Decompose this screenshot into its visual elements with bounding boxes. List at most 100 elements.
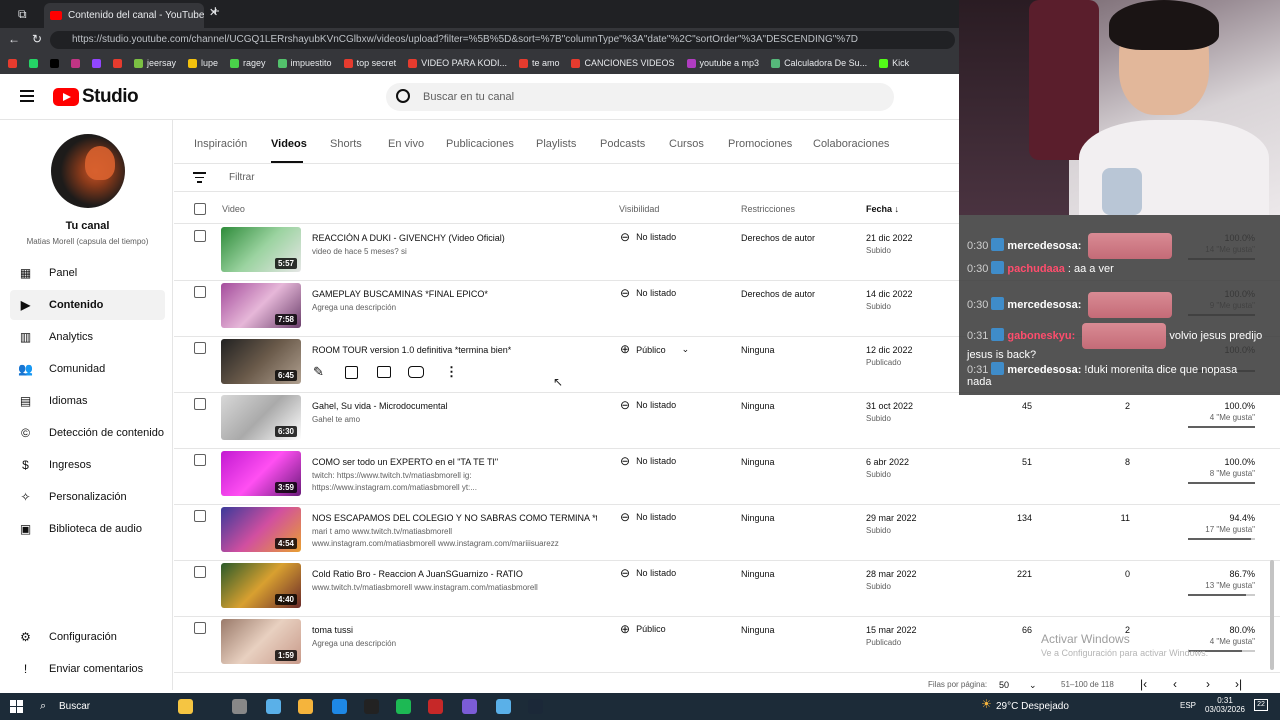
tab-publicaciones[interactable]: Publicaciones <box>446 138 514 150</box>
sidebar-item-idiomas[interactable]: ▤ Idiomas <box>10 386 165 416</box>
row-checkbox[interactable] <box>194 230 206 242</box>
file-explorer-icon[interactable] <box>298 699 313 714</box>
edge-dev-icon[interactable] <box>496 699 511 714</box>
menu-icon[interactable] <box>20 90 34 102</box>
weather[interactable]: 29°C Despejado <box>996 701 1069 712</box>
windows-start-icon[interactable] <box>10 700 23 713</box>
bookmark-item[interactable]: jeersay <box>134 58 176 68</box>
bookmark-item[interactable]: lupe <box>188 58 218 68</box>
row-checkbox[interactable] <box>194 454 206 466</box>
back-icon[interactable]: ← <box>8 32 20 46</box>
bookmark-icon[interactable] <box>71 58 80 68</box>
sidebar-item-biblioteca-de-audio[interactable]: ▣ Biblioteca de audio <box>10 514 165 544</box>
bookmark-icon[interactable] <box>50 58 59 68</box>
notifications-icon[interactable]: 22 <box>1254 699 1268 711</box>
filter-icon[interactable] <box>193 172 206 183</box>
col-date[interactable]: Fecha ↓ <box>866 204 899 214</box>
video-title[interactable]: GAMEPLAY BUSCAMINAS *FINAL EPICO* <box>312 289 488 299</box>
video-thumbnail[interactable]: 5:57 <box>221 227 301 272</box>
video-thumbnail[interactable]: 1:59 <box>221 619 301 664</box>
visibility-cell[interactable]: ⊕ Público ⌄ <box>620 343 690 355</box>
spotify-icon[interactable] <box>396 699 411 714</box>
bookmark-icon[interactable] <box>8 58 17 68</box>
tab-actions-icon[interactable]: ⧉ <box>18 7 27 22</box>
tab-en-vivo[interactable]: En vivo <box>388 138 424 150</box>
col-restrictions[interactable]: Restricciones <box>741 204 795 214</box>
row-checkbox[interactable] <box>194 342 206 354</box>
video-title[interactable]: Cold Ratio Bro - Reaccion A JuanSGuarniz… <box>312 569 523 579</box>
sidebar-item-panel[interactable]: ▦ Panel <box>10 258 165 288</box>
bookmark-icon[interactable] <box>113 58 122 68</box>
tab-cursos[interactable]: Cursos <box>669 138 704 150</box>
widget-icon[interactable] <box>178 699 193 714</box>
row-checkbox[interactable] <box>194 622 206 634</box>
row-checkbox[interactable] <box>194 398 206 410</box>
tab-inspiraci-n[interactable]: Inspiración <box>194 138 247 150</box>
tab-shorts[interactable]: Shorts <box>330 138 362 150</box>
analytics-row-icon[interactable] <box>345 366 358 379</box>
col-visibility[interactable]: Visibilidad <box>619 204 659 214</box>
row-checkbox[interactable] <box>194 286 206 298</box>
sidebar-item-contenido[interactable]: ▶ Contenido <box>10 290 165 320</box>
youtube-view-icon[interactable] <box>408 366 424 378</box>
edge-icon[interactable] <box>332 699 347 714</box>
bookmark-item[interactable]: impuestito <box>277 58 332 68</box>
sidebar-item-enviar-comentarios[interactable]: ! Enviar comentarios <box>10 654 165 684</box>
taskbar-search-icon[interactable]: ⌕ <box>40 700 46 713</box>
studio-logo[interactable]: Studio <box>53 86 139 108</box>
taskbar-search[interactable]: Buscar <box>59 701 90 712</box>
more-options-icon[interactable]: ⋮ <box>445 364 458 380</box>
video-thumbnail[interactable]: 4:54 <box>221 507 301 552</box>
visibility-cell[interactable]: ⊖ No listado <box>620 455 676 467</box>
video-title[interactable]: COMO ser todo un EXPERTO en el "TA TE TI… <box>312 457 498 467</box>
bookmark-item[interactable]: CANCIONES VIDEOS <box>571 58 675 68</box>
sidebar-item-detecci-n-de-contenido[interactable]: © Detección de contenido <box>10 418 165 448</box>
video-title[interactable]: toma tussi <box>312 625 353 635</box>
visibility-cell[interactable]: ⊖ No listado <box>620 511 676 523</box>
scrollbar[interactable] <box>1270 560 1274 670</box>
visibility-cell[interactable]: ⊕ Público <box>620 623 666 635</box>
select-all-checkbox[interactable] <box>194 203 206 215</box>
video-thumbnail[interactable]: 6:45 <box>221 339 301 384</box>
row-checkbox[interactable] <box>194 510 206 522</box>
video-title[interactable]: ROOM TOUR version 1.0 definitiva *termin… <box>312 345 511 355</box>
bookmark-item[interactable]: Calculadora De Su... <box>771 58 867 68</box>
tab-promociones[interactable]: Promociones <box>728 138 792 150</box>
url-input[interactable]: https://studio.youtube.com/channel/UCGQ1… <box>50 31 955 49</box>
last-page-icon[interactable]: ›| <box>1235 677 1242 691</box>
chevron-down-icon[interactable]: ⌄ <box>682 344 690 355</box>
tab-colaboraciones[interactable]: Colaboraciones <box>813 138 889 150</box>
next-page-icon[interactable]: › <box>1206 677 1210 691</box>
bookmark-item[interactable]: top secret <box>343 58 396 68</box>
obs-icon[interactable] <box>364 699 379 714</box>
filter-input[interactable]: Filtrar <box>229 172 255 183</box>
discord-icon[interactable] <box>462 699 477 714</box>
bookmark-icon[interactable] <box>92 58 101 68</box>
video-thumbnail[interactable]: 6:30 <box>221 395 301 440</box>
tab-videos[interactable]: Videos <box>271 138 307 150</box>
tab-podcasts[interactable]: Podcasts <box>600 138 645 150</box>
row-checkbox[interactable] <box>194 566 206 578</box>
video-thumbnail[interactable]: 3:59 <box>221 451 301 496</box>
language[interactable]: ESP <box>1180 701 1196 710</box>
video-thumbnail[interactable]: 7:58 <box>221 283 301 328</box>
tab-playlists[interactable]: Playlists <box>536 138 576 150</box>
bookmark-item[interactable]: ragey <box>230 58 266 68</box>
rows-per-page-select[interactable]: 50 ⌄ <box>999 680 1037 691</box>
comments-icon[interactable] <box>377 366 391 378</box>
new-tab-icon[interactable]: + <box>211 3 220 20</box>
visibility-cell[interactable]: ⊖ No listado <box>620 399 676 411</box>
sidebar-item-ingresos[interactable]: $ Ingresos <box>10 450 165 480</box>
browser-tab[interactable]: Contenido del canal - YouTube St... <box>44 3 204 28</box>
bookmark-item[interactable]: Kick <box>879 58 909 68</box>
reload-icon[interactable]: ↻ <box>32 32 42 46</box>
video-title[interactable]: Gahel, Su vida - Microdocumental <box>312 401 448 411</box>
clock[interactable]: 0:31 03/03/2026 <box>1200 696 1250 714</box>
visibility-cell[interactable]: ⊖ No listado <box>620 231 676 243</box>
bookmark-item[interactable]: youtube a mp3 <box>686 58 759 68</box>
visibility-cell[interactable]: ⊖ No listado <box>620 287 676 299</box>
bookmark-item[interactable]: VIDEO PARA KODI... <box>408 58 507 68</box>
sidebar-item-configuraci-n[interactable]: ⚙ Configuración <box>10 622 165 652</box>
search-input[interactable]: Buscar en tu canal <box>386 83 894 111</box>
bookmark-icon[interactable] <box>29 58 38 68</box>
